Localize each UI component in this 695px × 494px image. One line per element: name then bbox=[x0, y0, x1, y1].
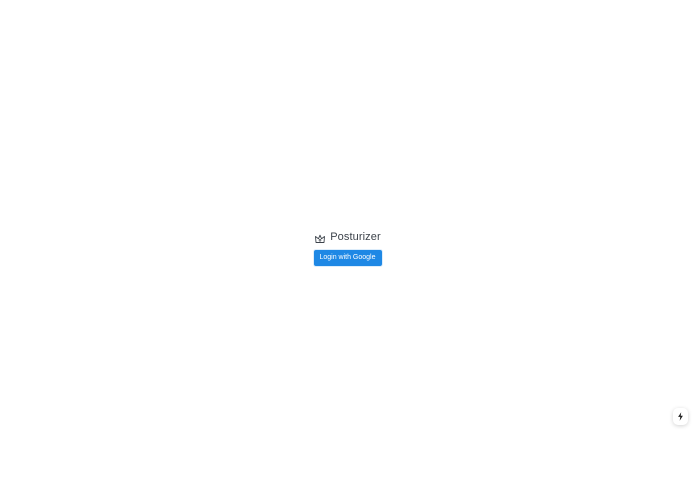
login-page: Posturizer Login with Google bbox=[0, 0, 695, 494]
login-with-google-button[interactable]: Login with Google bbox=[313, 250, 382, 266]
quick-action-button[interactable] bbox=[673, 408, 688, 425]
crown-icon bbox=[314, 232, 326, 244]
app-title: Posturizer bbox=[330, 231, 381, 243]
login-panel: Posturizer Login with Google bbox=[0, 229, 695, 266]
lightning-bolt-icon bbox=[678, 412, 683, 421]
app-brand: Posturizer bbox=[314, 229, 381, 245]
